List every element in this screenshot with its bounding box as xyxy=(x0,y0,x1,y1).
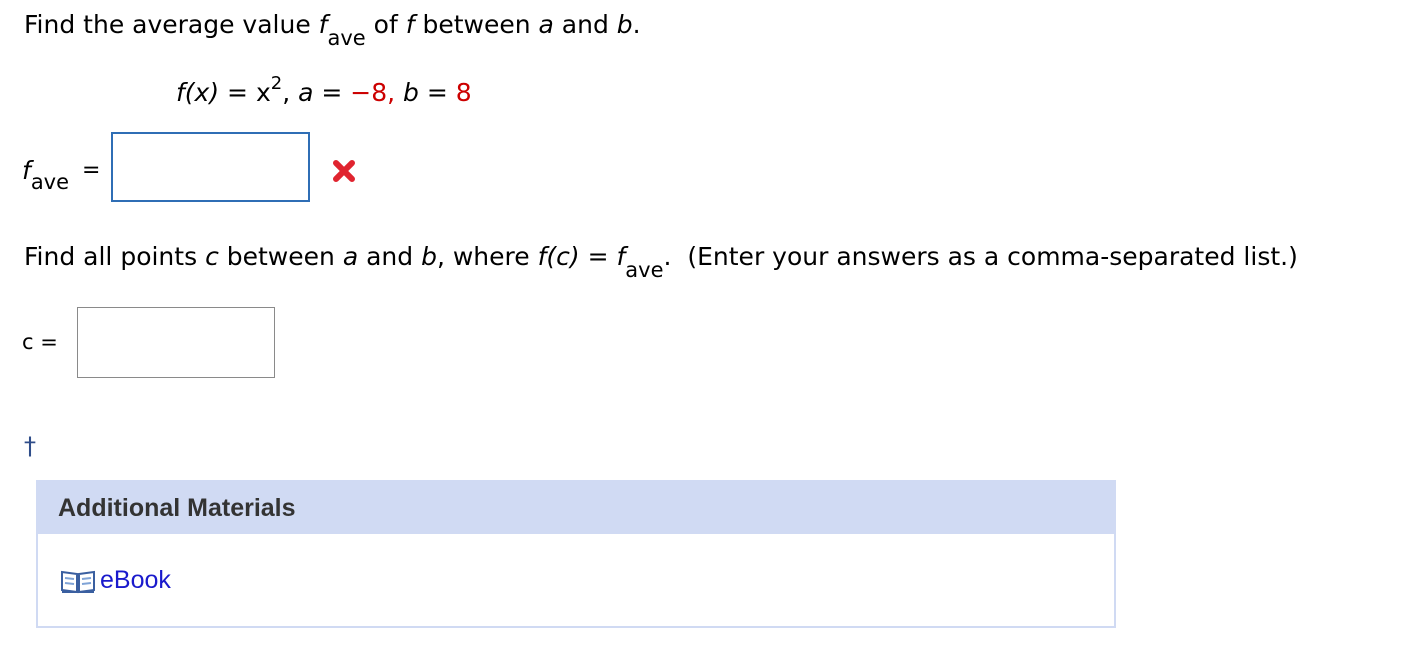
question-2-prompt: Find all points c between a and b, where… xyxy=(24,242,1298,281)
q2-text-2: between xyxy=(218,242,343,271)
red-x-incorrect-icon xyxy=(331,158,357,184)
fave-answer-input[interactable] xyxy=(111,132,310,202)
fave-label-subscript: ave xyxy=(30,170,70,194)
question-1-prompt: Find the average value fave of f between… xyxy=(24,10,641,49)
c-answer-input[interactable] xyxy=(77,307,275,378)
equation-a-symbol: a xyxy=(298,78,314,107)
q2-fc-symbol: f(c) xyxy=(537,242,580,271)
book-icon xyxy=(60,568,96,594)
prompt-ave-subscript: ave xyxy=(327,26,366,50)
equation-comma: , xyxy=(282,78,291,107)
footnote-dagger: † xyxy=(24,432,36,460)
equation-exponent: 2 xyxy=(270,73,283,94)
q2-f-symbol: f xyxy=(616,242,626,271)
q2-text-5: = xyxy=(579,242,617,271)
q2-text-1: Find all points xyxy=(24,242,206,271)
additional-materials-panel: Additional Materials eBook xyxy=(36,480,1116,628)
q2-ave-subscript: ave xyxy=(625,258,664,282)
prompt-text-1: Find the average value xyxy=(24,10,319,39)
function-equation: f(x) = x2, a = −8, b = 8 xyxy=(176,75,472,107)
additional-materials-title: Additional Materials xyxy=(58,494,296,522)
prompt-text-3: between xyxy=(414,10,539,39)
q2-c-symbol: c xyxy=(205,242,219,271)
additional-materials-header: Additional Materials xyxy=(38,482,1114,534)
fave-label-f: f xyxy=(22,156,31,185)
equation-a-equals: = xyxy=(313,78,351,107)
ebook-link-label: eBook xyxy=(100,566,171,594)
equation-a-value: −8, xyxy=(350,78,396,107)
equation-b-equals: = xyxy=(418,78,456,107)
equation-b-value: 8 xyxy=(455,78,472,107)
prompt-a-symbol: a xyxy=(538,10,554,39)
q2-text-3: and xyxy=(358,242,422,271)
equation-x: x xyxy=(255,78,271,107)
fave-equals-sign: = xyxy=(82,158,101,183)
prompt-text-4: and xyxy=(553,10,617,39)
fave-answer-label: fave xyxy=(22,156,69,193)
prompt-text-5: . xyxy=(632,10,641,39)
q2-b-symbol: b xyxy=(421,242,437,271)
q2-a-symbol: a xyxy=(342,242,359,271)
q2-instruction: (Enter your answers as a comma-separated… xyxy=(671,242,1298,271)
prompt-f2-symbol: f xyxy=(405,10,415,39)
ebook-link[interactable]: eBook xyxy=(60,566,171,595)
prompt-text-2: of xyxy=(365,10,406,39)
equation-b-symbol: b xyxy=(403,78,419,107)
equation-equals: = xyxy=(219,78,256,107)
equation-fx: f(x) xyxy=(176,78,220,107)
prompt-b-symbol: b xyxy=(616,10,633,39)
q2-text-4: , where xyxy=(436,242,538,271)
c-answer-label: c = xyxy=(22,330,58,354)
